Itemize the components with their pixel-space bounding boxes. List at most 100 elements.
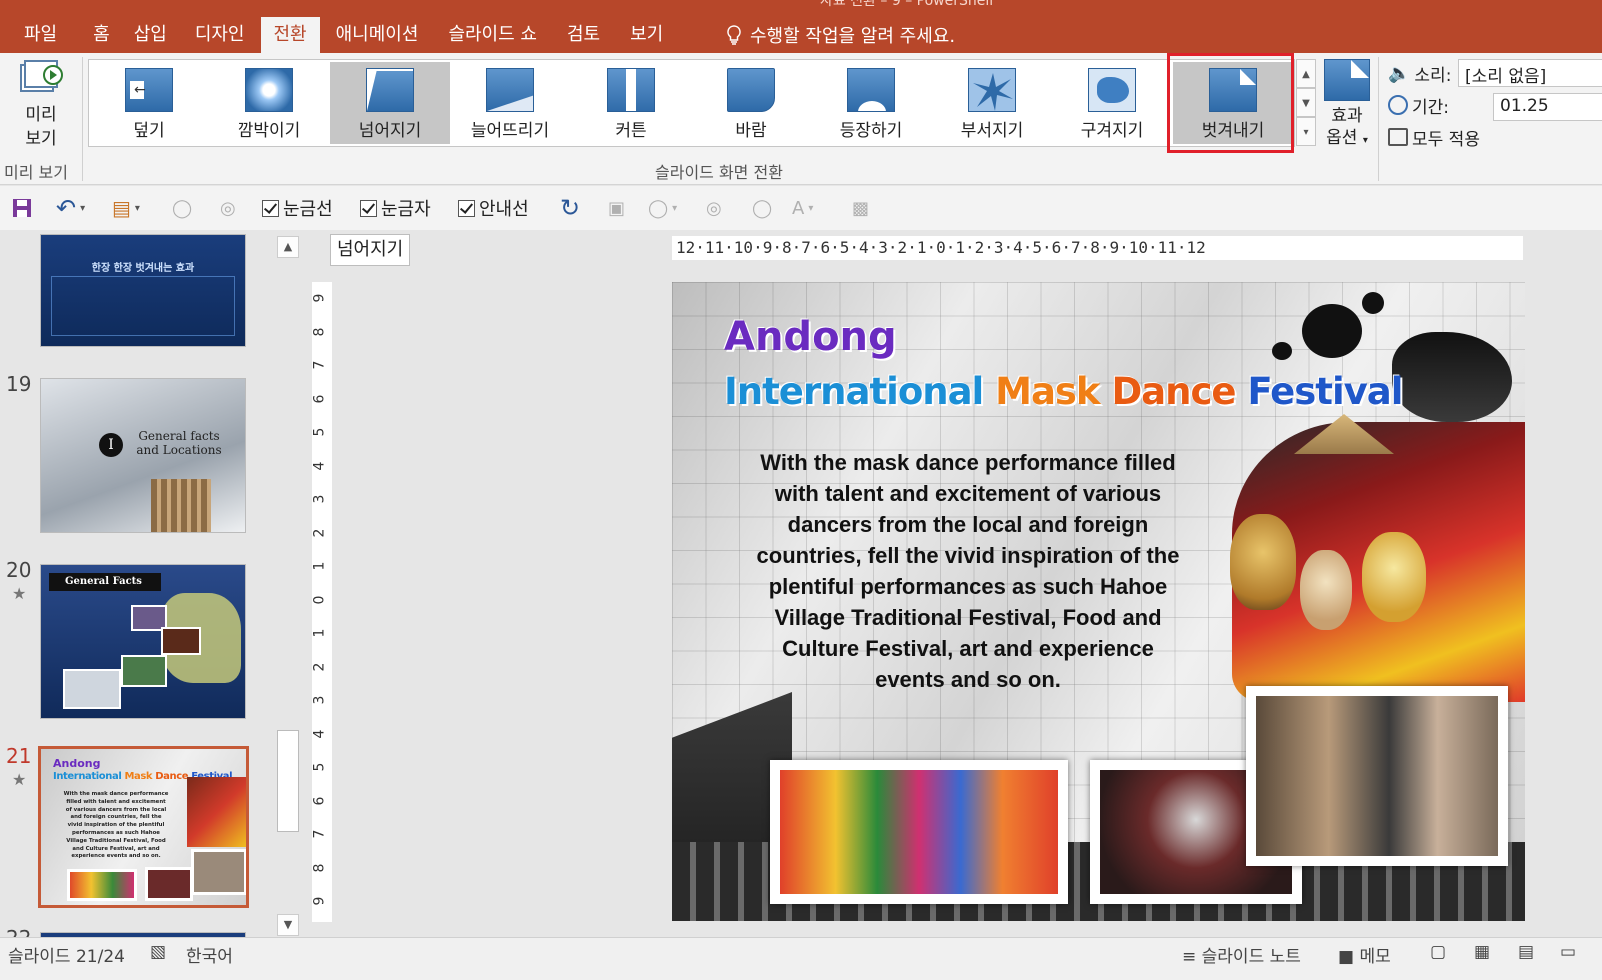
transition-shatter[interactable]: 부서지기 [932,62,1052,144]
thumbnail-title: 한장 한장 벗겨내는 효과 [91,263,195,274]
disabled-action-icon: ◯ [172,197,193,219]
ruler-tick-label: 5 [312,762,328,772]
tab-slideshow[interactable]: 슬라이드 쇼 [434,17,551,53]
transition-drape[interactable]: 늘어뜨리기 [450,62,570,144]
thumbnail-photo [67,869,137,901]
festival-photo[interactable] [1246,686,1508,866]
transition-fall-over[interactable]: 넘어지기 [330,62,450,144]
speaker-icon: 🔈 [1388,62,1411,84]
slideshow-icon[interactable]: ▣ [608,194,625,222]
slide-thumbnail[interactable]: General Facts [40,564,246,719]
gallery-more-icon[interactable]: ▾ [1296,117,1316,146]
ruler-tick-label: 9 [312,896,328,906]
apply-all-button[interactable]: 모두 적용 [1388,123,1480,151]
spellcheck-icon[interactable]: ▧ [150,942,166,962]
tab-transitions[interactable]: 전환 [260,17,320,53]
slide-editor: 넘어지기 12·11·10·9·8·7·6·5·4·3·2·1·0·1·2·3·… [302,230,1602,937]
thumbnail-scrollbar[interactable]: ▲ ▼ [275,230,301,937]
group-separator [82,57,83,181]
effect-options-icon [1324,59,1370,101]
guides-checkbox[interactable]: 안내선 [458,194,529,222]
thumbnail-body: With the mask dance performance filled w… [63,791,169,860]
transition-label: 덮기 [133,121,165,141]
thumbnail-title-line1: Andong [53,757,101,770]
preview-label-1: 미리 [25,105,57,125]
reset-icon[interactable]: ↻ [560,194,580,222]
festival-photo[interactable] [770,760,1068,904]
ruler-tick-label: 2 [312,528,328,537]
scroll-up-arrow-icon[interactable]: ▲ [277,236,299,258]
effect-options-button[interactable]: 효과 옵션 ▾ [1322,59,1372,152]
fall-over-transition-icon [366,68,414,112]
gallery-down-arrow-icon[interactable]: ▼ [1296,88,1316,117]
photo-content [1256,696,1498,856]
slide-number: 22 [6,926,31,937]
thumbnail-roman-numeral: I [99,433,123,457]
transition-curtains[interactable]: 커튼 [571,62,691,144]
slide-thumbnail[interactable]: 한장 한장 벗겨내는 효과 [40,234,246,347]
tell-me-box[interactable]: 수행할 작업을 알려 주세요. [724,17,955,53]
thumbnail-graphic [51,276,235,336]
scroll-down-arrow-icon[interactable]: ▼ [277,914,299,936]
slide-body-text[interactable]: With the mask dance performance filled w… [750,447,1186,695]
curtains-transition-icon [607,68,655,112]
slide-thumbnail-current[interactable]: Andong International Mask Dance Festival… [38,746,249,908]
cover-transition-icon: ← [125,68,173,112]
slide-canvas[interactable]: Andong International Mask Dance Festival… [672,282,1525,921]
tab-home[interactable]: 홈 [81,17,122,53]
thumbnail-photo [161,627,201,655]
crush-transition-icon [1088,68,1136,112]
apply-all-label: 모두 적용 [1412,129,1480,150]
language-indicator[interactable]: 한국어 [186,942,233,967]
transition-prestige[interactable]: 등장하기 [811,62,931,144]
slideshow-view-icon[interactable]: ▭ [1560,942,1576,962]
group-separator [1378,57,1379,181]
powerpoint-window: 자료 전환 – 9 – PowerShell 파일 홈 삽입 디자인 전환 애니… [0,0,1602,980]
comment-icon: ■ [1338,947,1355,967]
scroll-thumb[interactable] [277,730,299,832]
transition-flash[interactable]: 깜박이기 [209,62,329,144]
effect-options-label-1: 효과 [1331,106,1363,126]
format-painter-icon[interactable]: ▤ ▾ [112,194,140,222]
tab-review[interactable]: 검토 [551,17,616,53]
title-word: International [724,370,984,413]
duration-row: 기간: [1388,91,1449,119]
tab-design[interactable]: 디자인 [183,17,261,53]
save-icon[interactable] [12,194,32,222]
ruler-tick-label: 5 [312,427,328,437]
ink-splatter [1362,292,1384,314]
sound-dropdown[interactable]: [소리 없음] [1458,59,1602,87]
tab-animations[interactable]: 애니메이션 [320,17,435,53]
thumbnail-photo [121,655,167,687]
normal-view-icon[interactable]: ▢ [1430,942,1446,962]
slide-thumbnail[interactable]: I General facts and Locations [40,378,246,533]
undo-icon[interactable]: ↶ ▾ [56,194,85,222]
transition-label: 구겨지기 [1080,121,1144,141]
slide-counter: 슬라이드 21/24 [8,947,125,967]
animation-star-icon: ★ [12,584,27,603]
duration-input[interactable]: 01.25 [1493,93,1602,121]
transition-crush[interactable]: 구겨지기 [1052,62,1172,144]
transition-cover[interactable]: ← 덮기 [89,62,209,144]
ruler-tick-label: 8 [312,327,328,336]
ribbon-tabs: 파일 홈 삽입 디자인 전환 애니메이션 슬라이드 쇼 검토 보기 [0,17,677,53]
tab-insert[interactable]: 삽입 [122,17,183,53]
preview-button[interactable]: 미리 보기 [10,59,72,151]
reading-view-icon[interactable]: ▤ [1518,942,1534,962]
transition-label: 커튼 [615,121,647,141]
comments-button[interactable]: ■ 메모 [1338,942,1391,967]
slide-number: 20 [6,558,32,582]
tab-file[interactable]: 파일 [0,17,81,53]
ruler-checkbox[interactable]: 눈금자 [360,194,431,222]
slide-title-line1[interactable]: Andong [724,314,897,360]
slide-sorter-icon[interactable]: ▦ [1474,942,1490,962]
slide-title-line2[interactable]: International Mask Dance Festival [724,370,1403,413]
gridlines-checkbox[interactable]: 눈금선 [262,194,333,222]
tab-view[interactable]: 보기 [616,17,677,53]
ruler-tick-label: 6 [312,394,328,403]
ruler-tick-label: 7 [312,829,328,839]
notes-button[interactable]: ≡ 슬라이드 노트 [1182,942,1301,967]
gallery-up-arrow-icon[interactable]: ▲ [1296,59,1316,88]
transition-wind[interactable]: 바람 [691,62,811,144]
prestige-transition-icon [847,68,895,112]
